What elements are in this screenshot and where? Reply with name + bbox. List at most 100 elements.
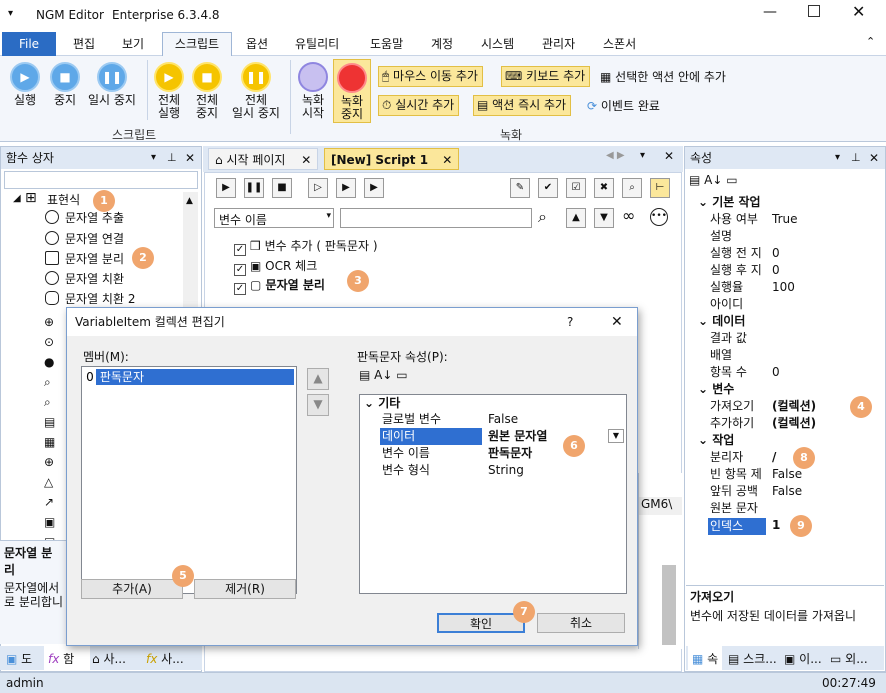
members-list[interactable]: 0 판독문자 — [81, 366, 297, 594]
prop-section[interactable]: ⌄ 기본 작업 — [688, 194, 874, 211]
tree-item[interactable]: 문자열 추출 — [45, 208, 124, 228]
dialog-prop-row[interactable]: 변수 이름 판독문자 — [360, 445, 626, 462]
prop-section[interactable]: ⌄ 변수 — [688, 381, 874, 398]
tree-item[interactable]: 문자열 치환 2 — [45, 289, 135, 309]
ok-button[interactable]: 확인 — [437, 613, 525, 633]
prop-row[interactable]: 아이디 — [698, 296, 874, 313]
event-done-button[interactable]: ⟳ 이벤트 완료 — [587, 97, 660, 114]
pause-all-button[interactable]: ❚❚ 전체 일시 중지 — [228, 62, 284, 120]
more-icon[interactable]: ••• — [650, 208, 668, 226]
variable-select[interactable]: 변수 이름 ▾ — [214, 208, 334, 228]
props-toolbar[interactable]: ▤ A↓ ▭ — [359, 368, 408, 382]
search-field[interactable] — [340, 208, 532, 228]
tab-props[interactable]: ▦ 속 — [688, 646, 723, 670]
dialog-prop-row[interactable]: 변수 형식 String — [360, 462, 626, 479]
menu-script[interactable]: 스크립트 — [162, 32, 232, 57]
prop-row[interactable]: 실행율 100 — [698, 279, 874, 296]
tab-script-1[interactable]: [New] Script 1 ✕ — [324, 148, 460, 170]
prop-row[interactable]: 원본 문자 — [698, 500, 874, 517]
down-icon[interactable]: ▼ — [594, 208, 614, 228]
close-pane-icon[interactable]: ✕ — [869, 147, 879, 169]
pause-button[interactable]: ❚❚ 일시 중지 — [84, 62, 140, 107]
add-action-now-button[interactable]: ▤ 액션 즉시 추가 — [473, 95, 572, 116]
step-icon[interactable]: ▷ — [308, 178, 328, 198]
collapse-ribbon-icon[interactable]: ⌃ — [866, 35, 875, 48]
tab-do[interactable]: ▣ 도 — [6, 650, 32, 667]
prop-row[interactable]: 실행 후 지 0 — [698, 262, 874, 279]
tab-function[interactable]: fx 함 — [44, 646, 90, 670]
prop-row[interactable]: 빈 항목 제 False — [698, 466, 874, 483]
checkbox[interactable]: ✓ — [234, 264, 246, 276]
close-icon[interactable]: ✕ — [852, 2, 865, 21]
tab-nav-icons[interactable]: ◀ ▶ — [606, 150, 625, 161]
delete-icon[interactable]: ✖ — [594, 178, 614, 198]
add-realtime-button[interactable]: ⏱ 실시간 추가 — [378, 95, 460, 116]
tab-image[interactable]: ▣ 이... — [784, 650, 822, 667]
scrollbar-thumb[interactable] — [662, 565, 676, 645]
checkbox[interactable]: ✓ — [234, 283, 246, 295]
close-tab-icon[interactable]: ✕ — [301, 153, 311, 167]
prop-row[interactable]: 배열 — [698, 347, 874, 364]
search-icon[interactable]: ⌕ — [538, 207, 547, 227]
tab-script[interactable]: ▤ 스크... — [728, 650, 777, 667]
prop-section[interactable]: ⌄ 작업 — [688, 432, 874, 449]
run-all-button[interactable]: ▶ 전체 실행 — [152, 62, 186, 120]
tab-start-page[interactable]: ⌂ 시작 페이지 ✕ — [208, 148, 319, 170]
prop-row[interactable]: 실행 전 지 0 — [698, 245, 874, 262]
pin-icon[interactable]: ⊥ — [851, 147, 861, 169]
infinity-icon[interactable]: ∞ — [622, 206, 635, 225]
prop-row[interactable]: 분리자 / — [698, 449, 874, 466]
prop-row[interactable]: 결과 값 — [698, 330, 874, 347]
check-outline-icon[interactable]: ☑ — [566, 178, 586, 198]
tab-s2[interactable]: fx 사... — [146, 650, 184, 667]
close-tab-icon[interactable]: ✕ — [442, 153, 452, 167]
stop-all-button[interactable]: ■ 전체 중지 — [190, 62, 224, 120]
member-item[interactable]: 0 판독문자 — [84, 369, 294, 385]
add-keyboard-button[interactable]: ⌨ 키보드 추가 — [501, 66, 591, 87]
prop-row[interactable]: 앞뒤 공백 False — [698, 483, 874, 500]
prop-row[interactable]: 항목 수 0 — [698, 364, 874, 381]
move-up-button[interactable]: ▲ — [307, 368, 329, 390]
stop-button[interactable]: ■ 중지 — [48, 62, 82, 107]
stop-icon[interactable]: ■ — [272, 178, 292, 198]
action-row[interactable]: ✓ ▢ 문자열 분리 — [234, 276, 325, 295]
minimize-icon[interactable]: — — [763, 4, 777, 20]
pin-icon[interactable]: ⊥ — [167, 147, 177, 169]
edit-icon[interactable]: ✎ — [510, 178, 530, 198]
tree-item[interactable]: 문자열 연결 — [45, 229, 124, 249]
menu-view[interactable]: 보기 — [122, 35, 144, 52]
up-icon[interactable]: ▲ — [566, 208, 586, 228]
tree-view-icon[interactable]: ⊢ — [650, 178, 670, 198]
tab-external[interactable]: ▭ 외... — [830, 650, 868, 667]
close-pane-icon[interactable]: ✕ — [185, 147, 195, 169]
record-start-button[interactable]: 녹화 시작 — [296, 62, 330, 120]
category-row[interactable]: ⌄ 기타 — [360, 395, 626, 411]
next-icon[interactable]: ▶ — [364, 178, 384, 198]
find-icon[interactable]: ⌕ — [622, 178, 642, 198]
quick-access-icon[interactable]: ▾ — [8, 8, 13, 19]
categorized-icon[interactable]: ▤ A↓ ▭ — [689, 173, 738, 187]
add-inside-selected-button[interactable]: ▦ 선택한 액션 안에 추가 — [600, 68, 726, 85]
search-input[interactable] — [4, 171, 198, 189]
selected-property[interactable]: 인덱스 — [708, 518, 766, 535]
play-box-icon[interactable]: ▶ — [336, 178, 356, 198]
help-button[interactable]: ? — [567, 308, 573, 336]
menu-utility[interactable]: 유틸리티 — [295, 35, 339, 52]
prop-row[interactable]: 설명 — [698, 228, 874, 245]
run-button[interactable]: ▶ 실행 — [8, 62, 42, 107]
check-icon[interactable]: ✔ — [538, 178, 558, 198]
menu-file[interactable]: File — [2, 32, 56, 56]
dialog-prop-row[interactable]: 데이터 원본 문자열 ▼ — [360, 428, 626, 445]
prop-row[interactable]: 추가하기 (컬렉션) — [698, 415, 874, 432]
pause-icon[interactable]: ❚❚ — [244, 178, 264, 198]
menu-edit[interactable]: 편집 — [73, 35, 95, 52]
menu-sponsor[interactable]: 스폰서 — [603, 35, 636, 52]
cancel-button[interactable]: 취소 — [537, 613, 625, 633]
dialog-prop-row[interactable]: 글로벌 변수 False — [360, 411, 626, 428]
add-button[interactable]: 추가(A) — [81, 579, 183, 599]
close-doc-icon[interactable]: ✕ — [664, 149, 674, 163]
maximize-icon[interactable] — [808, 5, 820, 17]
prop-section[interactable]: ⌄ 데이터 — [688, 313, 874, 330]
run-icon[interactable]: ▶ — [216, 178, 236, 198]
remove-button[interactable]: 제거(R) — [194, 579, 296, 599]
